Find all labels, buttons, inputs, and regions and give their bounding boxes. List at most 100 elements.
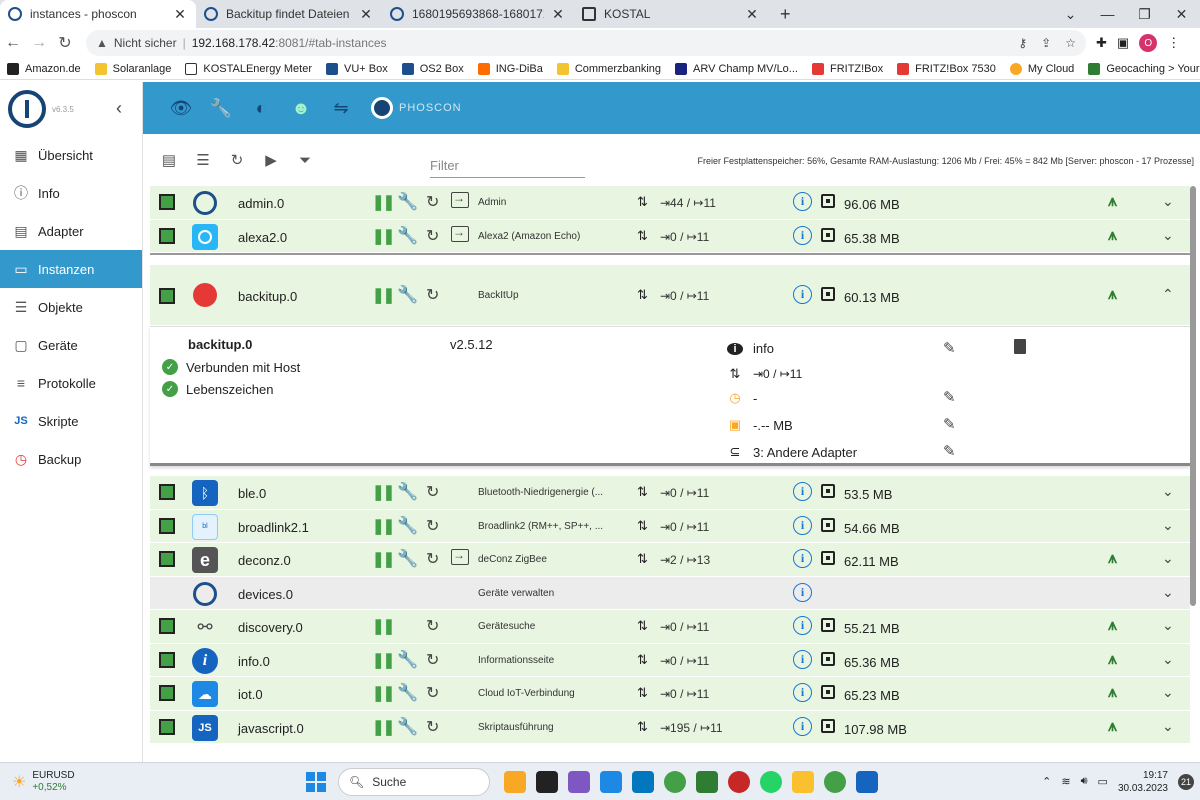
wifi-icon[interactable]: ≋ (1061, 775, 1070, 788)
sync-icon[interactable]: ⇋ (331, 98, 351, 118)
browser-tab[interactable]: KOSTAL ✕ (574, 0, 768, 28)
info-icon[interactable]: i (793, 649, 812, 669)
instance-row-expanded[interactable]: backitup.0 ❚❚ 🔧 ↻ BackItUp ⇅ ⇥0 / ↦11 i … (150, 265, 1190, 326)
enabled-checkbox[interactable] (159, 618, 175, 634)
tab-search-icon[interactable]: ⌄ (1052, 6, 1089, 23)
notification-badge[interactable]: 21 (1178, 773, 1194, 790)
enabled-checkbox[interactable] (159, 551, 175, 567)
list-view-icon[interactable]: ☰ (186, 151, 220, 169)
instance-row[interactable]: ☁ iot.0 ❚❚ 🔧 ↻ Cloud IoT-Verbindung ⇅ ⇥0… (150, 677, 1190, 711)
enabled-checkbox[interactable] (159, 227, 175, 244)
enabled-checkbox[interactable] (159, 685, 175, 701)
table-view-icon[interactable]: ▤ (152, 151, 186, 169)
reload-icon[interactable]: ↻ (220, 151, 254, 169)
sidebar-item-skripte[interactable]: JS Skripte (0, 402, 142, 440)
info-icon[interactable]: i (793, 285, 812, 304)
open-web-icon[interactable] (451, 548, 469, 565)
settings-wrench-icon[interactable]: 🔧 (397, 717, 418, 737)
new-tab-button[interactable]: + (768, 0, 803, 28)
pause-icon[interactable]: ❚❚ (372, 483, 395, 501)
info-icon[interactable]: i (793, 716, 812, 736)
expert-mode-icon[interactable]: ☻ (291, 98, 311, 118)
menu-icon[interactable]: ⋮ (1167, 35, 1180, 51)
instance-row[interactable]: ⚯ discovery.0 ❚❚ ↻ Gerätesuche ⇅ ⇥0 / ↦1… (150, 610, 1190, 644)
clock[interactable]: 19:17 30.03.2023 (1118, 769, 1168, 795)
expand-chevron-icon[interactable]: ⌄ (1162, 517, 1174, 534)
instance-row[interactable]: bl broadlink2.1 ❚❚ 🔧 ↻ Broadlink2 (RM++,… (150, 509, 1190, 543)
edit-title-icon[interactable]: ✎ (943, 339, 956, 357)
info-icon[interactable]: i (793, 225, 812, 245)
expand-chevron-icon[interactable]: ⌄ (1162, 718, 1174, 735)
enabled-checkbox[interactable] (159, 484, 175, 500)
back-icon[interactable]: ← (0, 34, 26, 52)
pause-icon[interactable]: ❚❚ (372, 550, 395, 568)
close-tab-icon[interactable]: ✕ (172, 6, 188, 23)
sidebar-item-backup[interactable]: ◷ Backup (0, 440, 142, 478)
close-tab-icon[interactable]: ✕ (358, 6, 374, 23)
sidebar-item-adapter[interactable]: ▤ Adapter (0, 212, 142, 250)
bookmark-item[interactable]: My Cloud (1003, 62, 1081, 75)
instance-row[interactable]: devices.0 Geräte verwalten i ⌄ (150, 576, 1190, 610)
outlook-icon[interactable] (632, 770, 654, 793)
battery-icon[interactable]: ▭ (1098, 775, 1108, 788)
settings-wrench-icon[interactable]: 🔧 (397, 683, 418, 703)
delete-icon[interactable] (1014, 339, 1026, 354)
bookmark-star-icon[interactable]: ☆ (1065, 36, 1076, 50)
pause-icon[interactable]: ❚❚ (372, 517, 395, 535)
widgets-icon[interactable] (504, 770, 526, 793)
chrome-icon[interactable] (664, 770, 686, 793)
settings-wrench-icon[interactable]: 🔧 (397, 285, 418, 305)
instance-row[interactable]: i info.0 ❚❚ 🔧 ↻ Informationsseite ⇅ ⇥0 /… (150, 643, 1190, 677)
word-icon[interactable] (856, 770, 878, 793)
chevron-up-icon[interactable]: ⌃ (1042, 775, 1051, 788)
collapse-chevron-icon[interactable]: ⌃ (1162, 286, 1174, 303)
enabled-checkbox[interactable] (159, 718, 175, 735)
instance-row[interactable]: alexa2.0 ❚❚ 🔧 ↻ Alexa2 (Amazon Echo) ⇅ ⇥… (150, 219, 1190, 253)
forward-icon[interactable]: → (26, 34, 52, 52)
settings-wrench-icon[interactable]: 🔧 (397, 549, 418, 569)
bookmark-item[interactable]: OS2 Box (395, 62, 471, 75)
bookmark-item[interactable]: VU+ Box (319, 62, 395, 75)
pause-icon[interactable]: ❚❚ (372, 286, 395, 304)
edit-schedule-icon[interactable]: ✎ (943, 388, 956, 406)
bookmark-item[interactable]: Geocaching > Your... (1081, 62, 1200, 75)
speaker-icon[interactable]: 🔊︎ (1081, 775, 1088, 788)
pause-icon[interactable]: ❚❚ (372, 193, 395, 211)
scrollbar[interactable] (1190, 186, 1196, 606)
settings-wrench-icon[interactable]: 🔧 (397, 482, 418, 502)
sidebar-item-protokolle[interactable]: ≡ Protokolle (0, 364, 142, 402)
wrench-icon[interactable]: 🔧 (210, 98, 232, 118)
explorer-icon[interactable] (792, 770, 814, 793)
extensions-icon[interactable]: ✚ (1096, 35, 1107, 51)
info-icon[interactable]: i (793, 683, 812, 702)
settings-wrench-icon[interactable]: 🔧 (397, 516, 418, 536)
pause-icon[interactable]: ❚❚ (372, 227, 395, 245)
close-window-button[interactable]: ✕ (1163, 6, 1200, 23)
bookmark-item[interactable]: KOSTALEnergy Meter (178, 62, 319, 75)
enabled-checkbox[interactable] (159, 517, 175, 534)
sidebar-item-geraete[interactable]: ▢ Geräte (0, 326, 142, 364)
browser-tab[interactable]: instances - phoscon ✕ (0, 0, 196, 28)
store-icon[interactable] (600, 770, 622, 793)
edit-ram-icon[interactable]: ✎ (943, 415, 956, 433)
settings-wrench-icon[interactable]: 🔧 (397, 650, 418, 670)
pause-icon[interactable]: ❚❚ (372, 684, 395, 702)
expand-chevron-icon[interactable]: ⌄ (1162, 584, 1174, 601)
bookmark-item[interactable]: Solaranlage (88, 62, 179, 75)
pause-icon[interactable]: ❚❚ (372, 617, 395, 635)
eye-icon[interactable]: 👁 (170, 98, 193, 118)
restore-button[interactable]: ❐ (1126, 6, 1163, 23)
bookmark-item[interactable]: FRITZ!Box 7530 (890, 62, 1003, 75)
restart-icon[interactable]: ↻ (426, 549, 439, 569)
expand-chevron-icon[interactable]: ⌄ (1162, 617, 1174, 634)
info-icon[interactable]: i (793, 192, 812, 211)
restart-icon[interactable]: ↻ (426, 683, 439, 703)
key-icon[interactable]: ⚷ (1018, 36, 1027, 50)
sidebar-item-uebersicht[interactable]: ▦ Übersicht (0, 136, 142, 174)
sidebar-item-objekte[interactable]: ☰ Objekte (0, 288, 142, 326)
task-view-icon[interactable] (536, 770, 558, 793)
vm-icon[interactable] (728, 770, 750, 793)
edit-loglevel-icon[interactable]: ✎ (943, 442, 956, 460)
enabled-checkbox[interactable] (159, 651, 175, 668)
info-icon[interactable]: i (793, 549, 812, 568)
